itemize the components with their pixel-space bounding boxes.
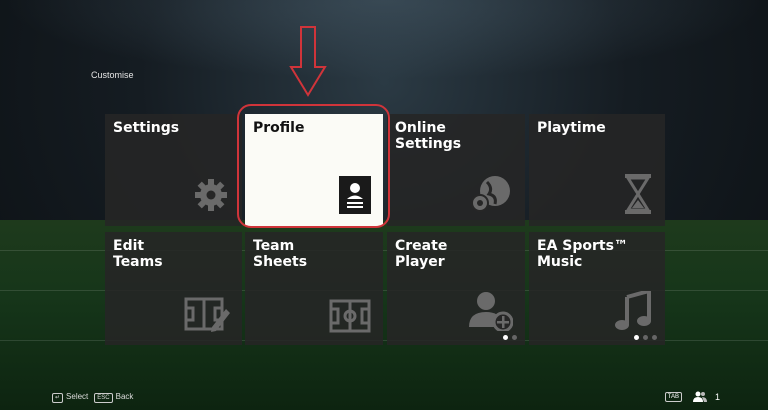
red-arrow-annotation: [289, 26, 327, 97]
page-dot: [643, 335, 648, 340]
player-count: 1: [714, 391, 720, 402]
formation-edit-icon: [184, 297, 230, 332]
enter-key-icon: ↵: [52, 393, 64, 403]
select-label: Select: [66, 392, 89, 401]
footer-controls: ↵ Select ESC Back: [52, 392, 133, 403]
tile-label: Edit Teams: [113, 238, 163, 270]
esc-key-icon: ESC: [94, 393, 113, 403]
id-card-icon: [339, 176, 371, 214]
page-indicator: [503, 335, 517, 340]
hourglass-icon: [625, 174, 651, 214]
select-hint[interactable]: ↵ Select: [52, 392, 88, 403]
tile-label: EA Sports™ Music: [537, 238, 628, 270]
tile-online-settings[interactable]: Online Settings: [387, 114, 525, 226]
music-note-icon: [615, 291, 651, 330]
page-dot-active: [634, 335, 639, 340]
page-dot: [652, 335, 657, 340]
tile-settings[interactable]: Settings: [105, 114, 242, 226]
back-hint[interactable]: ESC Back: [94, 392, 133, 403]
footer-status: TAB 1: [664, 391, 720, 402]
add-user-icon: [469, 292, 513, 331]
page-dot: [512, 335, 517, 340]
globe-gear-icon: [471, 176, 510, 212]
page-indicator: [634, 335, 657, 340]
tile-label: Profile: [253, 120, 305, 136]
pitch-icon: [329, 299, 371, 333]
tile-profile[interactable]: Profile: [245, 114, 383, 226]
tile-playtime[interactable]: Playtime: [529, 114, 665, 226]
back-label: Back: [115, 392, 134, 401]
section-title: Customise: [91, 70, 134, 80]
tile-team-sheets[interactable]: Team Sheets: [245, 232, 383, 345]
tile-label: Create Player: [395, 238, 448, 270]
tile-ea-sports-music[interactable]: EA Sports™ Music: [529, 232, 665, 345]
tab-key-icon[interactable]: TAB: [664, 391, 682, 402]
tile-label: Playtime: [537, 120, 606, 136]
players-icon: [692, 391, 707, 402]
stadium-background: [0, 0, 768, 80]
gear-icon: [195, 179, 227, 211]
tile-label: Settings: [113, 120, 180, 136]
tile-edit-teams[interactable]: Edit Teams: [105, 232, 242, 345]
tile-label: Team Sheets: [253, 238, 308, 270]
tile-create-player[interactable]: Create Player: [387, 232, 525, 345]
page-dot-active: [503, 335, 508, 340]
tile-label: Online Settings: [395, 120, 462, 152]
